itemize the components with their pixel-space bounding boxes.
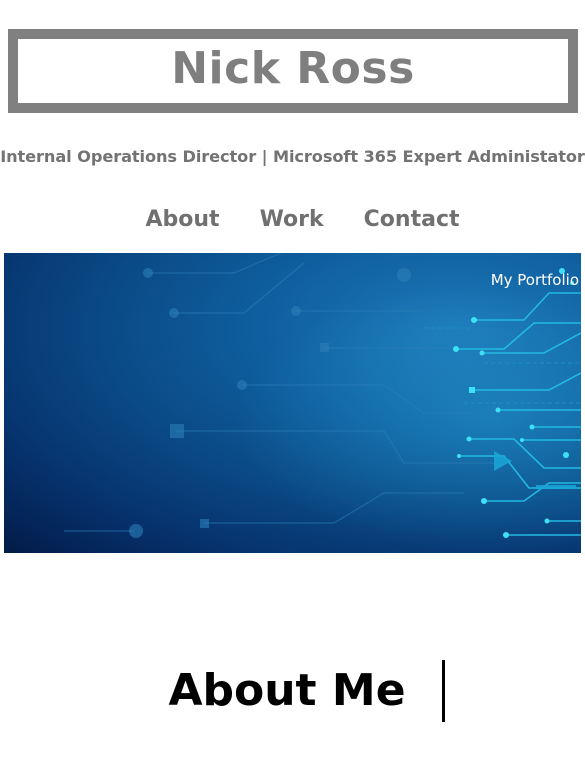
nav-link-work[interactable]: Work [260,207,324,232]
nav-link-about[interactable]: About [146,207,220,232]
hero-label: My Portfolio [490,271,579,289]
about-section: About Me [0,660,585,722]
about-heading: About Me [168,665,406,716]
hero-banner: My Portfolio [4,253,581,553]
main-nav: About Work Contact [0,207,585,232]
nav-link-contact[interactable]: Contact [364,207,460,232]
site-title-box: Nick Ross [8,29,578,113]
circuit-board-graphic [4,253,581,553]
site-subtitle: Internal Operations Director | Microsoft… [0,147,585,166]
typing-cursor [441,660,445,722]
site-title: Nick Ross [171,43,415,94]
